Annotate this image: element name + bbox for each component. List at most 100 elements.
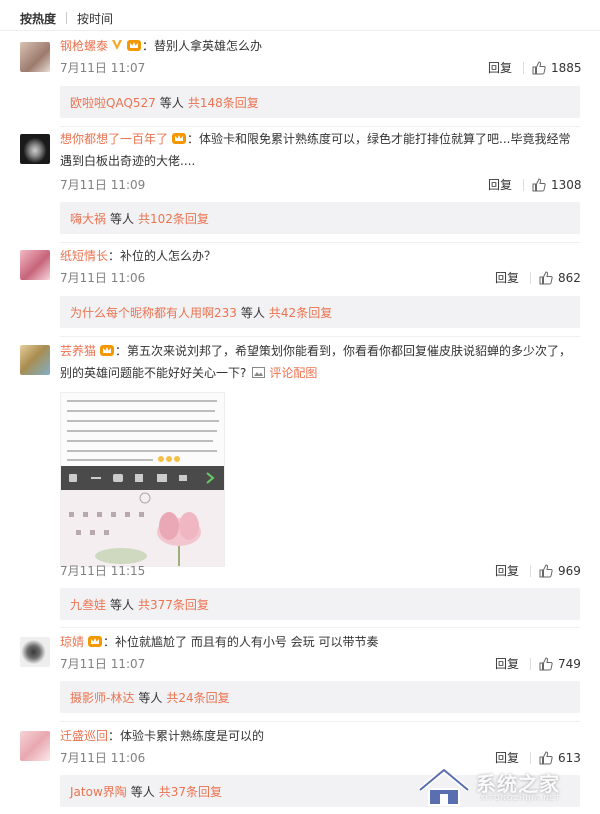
comment-text: 芸养猫 ：第五次来说刘邦了，希望策划你能看到，你看看你都回复催皮肤说貂蝉的多少次了… (60, 340, 580, 384)
comment-text: 想你都想了一百年了 ：体验卡和限免累计熟练度可以，绿色才能打排位就算了吧...毕竟… (60, 128, 580, 172)
sub-reply-users: 欧啦啦QAQ527 (70, 95, 156, 110)
username-link[interactable]: 想你都想了一百年了 (60, 132, 168, 146)
thumbs-up-icon (539, 751, 553, 765)
thumbs-up-icon (539, 564, 553, 578)
sub-reply-count: 共148条回复 (187, 95, 259, 110)
sub-reply-users: Jatow界陶 (70, 784, 127, 799)
sub-replies-link[interactable]: 为什么每个昵称都有人用啊233 等人 共42条回复 (60, 296, 580, 328)
like-count: 1308 (551, 178, 582, 192)
tab-time[interactable]: 按时间 (77, 10, 113, 27)
comment-text: 钢枪螺泰 ：替别人拿英雄怎么办 (60, 35, 580, 57)
action-divider (523, 179, 524, 191)
sub-reply-and-others: 等人 (240, 305, 265, 320)
reply-button[interactable]: 回复 (495, 561, 519, 581)
sub-reply-count: 共24条回复 (166, 690, 230, 705)
lotus-keyboard-graphic (69, 492, 201, 566)
sub-reply-and-others: 等人 (130, 784, 155, 799)
reply-button[interactable]: 回复 (495, 654, 519, 674)
action-divider (523, 62, 524, 74)
like-button[interactable]: 862 (539, 268, 581, 288)
sort-tabs: 按热度 按时间 (20, 8, 113, 28)
site-watermark: 系统之家 XITONGZHIJIA.NET (414, 766, 594, 810)
keyboard-area (61, 490, 224, 566)
comment-time: 7月11日 11:07 (60, 657, 146, 671)
reply-button[interactable]: 回复 (495, 268, 519, 288)
toolbar-icons (69, 472, 215, 484)
crown-badge-icon (100, 345, 115, 356)
like-button[interactable]: 1885 (532, 58, 582, 78)
comment-divider (60, 242, 580, 243)
username-link[interactable]: 迁盛巡回 (60, 729, 108, 743)
keyboard-toolbar (61, 466, 224, 490)
comment-body: ：替别人拿英雄怎么办 (142, 39, 263, 53)
sub-reply-and-others: 等人 (159, 95, 184, 110)
action-divider (530, 658, 531, 670)
watermark-subtitle: XITONGZHIJIA.NET (480, 794, 561, 802)
sub-reply-and-others: 等人 (110, 211, 135, 226)
like-button[interactable]: 749 (539, 654, 581, 674)
comment-divider (60, 627, 580, 628)
action-divider (530, 565, 531, 577)
comment-body: ：补位就尴尬了 而且有的人有小号 会玩 可以带节奏 (103, 635, 379, 649)
comment-divider (60, 336, 580, 337)
sub-replies-link[interactable]: 欧啦啦QAQ527 等人 共148条回复 (60, 86, 580, 118)
reply-button[interactable]: 回复 (495, 748, 519, 768)
username-link[interactable]: 钢枪螺泰 (60, 39, 108, 53)
comment-image-link[interactable]: 评论配图 (269, 366, 317, 380)
tab-hot[interactable]: 按热度 (20, 10, 56, 27)
sub-replies-link[interactable]: 嗨大祸 等人 共102条回复 (60, 202, 580, 234)
like-count: 969 (558, 564, 581, 578)
sub-replies-link[interactable]: 九叁娃 等人 共377条回复 (60, 588, 580, 620)
avatar[interactable] (20, 42, 50, 72)
username-link[interactable]: 芸养猫 (60, 344, 96, 358)
comment-body: ：体验卡累计熟练度是可以的 (108, 729, 265, 743)
comment-divider (60, 721, 580, 722)
watermark-title: 系统之家 (476, 772, 560, 796)
comment-divider (60, 126, 580, 127)
like-button[interactable]: 1308 (532, 175, 582, 195)
comment-text: 琼婧 ：补位就尴尬了 而且有的人有小号 会玩 可以带节奏 (60, 631, 580, 653)
sub-reply-and-others: 等人 (138, 690, 163, 705)
sub-reply-count: 共42条回复 (268, 305, 333, 320)
thumbs-up-icon (539, 271, 553, 285)
avatar[interactable] (20, 345, 50, 375)
like-button[interactable]: 969 (539, 561, 581, 581)
crown-badge-icon (88, 636, 103, 647)
reply-button[interactable]: 回复 (488, 58, 512, 78)
comment-image[interactable] (60, 392, 225, 567)
sub-reply-count: 共37条回复 (158, 784, 223, 799)
action-divider (530, 272, 531, 284)
sub-reply-users: 嗨大祸 (70, 211, 107, 226)
image-icon (252, 367, 266, 378)
comment-time: 7月11日 11:07 (60, 61, 146, 75)
reply-button[interactable]: 回复 (488, 175, 512, 195)
thumbs-up-icon (532, 178, 546, 192)
avatar[interactable] (20, 250, 50, 280)
comment-time: 7月11日 11:06 (60, 271, 146, 285)
sub-replies-link[interactable]: 摄影师-林达 等人 共24条回复 (60, 681, 580, 713)
like-button[interactable]: 613 (539, 748, 581, 768)
like-count: 862 (558, 271, 581, 285)
thumbs-up-icon (532, 61, 546, 75)
action-divider (530, 752, 531, 764)
comment-body: ：补位的人怎么办？ (108, 249, 217, 263)
house-logo-icon (418, 767, 470, 806)
username-link[interactable]: 纸短情长 (60, 249, 108, 263)
sub-reply-count: 共102条回复 (138, 211, 209, 226)
sub-reply-users: 九叁娃 (70, 597, 107, 612)
username-link[interactable]: 琼婧 (60, 635, 84, 649)
sub-reply-users: 为什么每个昵称都有人用啊233 (70, 305, 237, 320)
like-count: 749 (558, 657, 581, 671)
verified-v-icon (112, 40, 123, 50)
crown-badge-icon (127, 40, 142, 51)
comment-text: 纸短情长：补位的人怎么办？ (60, 245, 580, 267)
like-count: 613 (558, 751, 581, 765)
avatar[interactable] (20, 731, 50, 761)
avatar[interactable] (20, 637, 50, 667)
tab-divider (66, 12, 68, 24)
comment-image-scribble (65, 395, 221, 467)
avatar[interactable] (20, 134, 50, 164)
like-count: 1885 (551, 61, 582, 75)
crown-badge-icon (172, 133, 187, 144)
top-divider (0, 30, 600, 31)
